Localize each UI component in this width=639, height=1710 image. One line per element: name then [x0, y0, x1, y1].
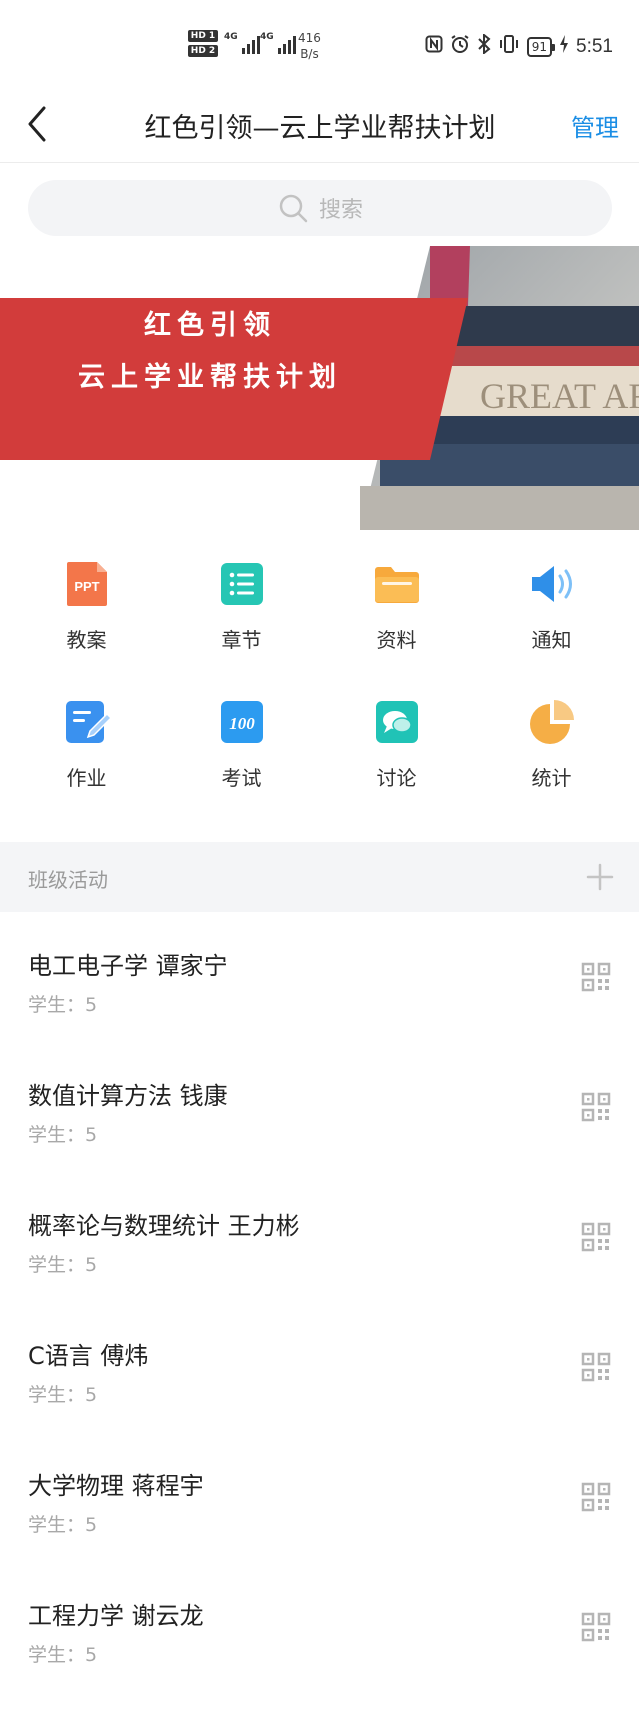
qr-code-icon[interactable] [581, 1222, 611, 1252]
signal-icon: 4G [224, 32, 260, 54]
class-name: C语言 傅炜 [28, 1342, 149, 1370]
feature-statistics[interactable]: 统计 [474, 698, 629, 791]
bluetooth-icon [477, 32, 491, 59]
exam-icon: 100 [218, 698, 266, 746]
edit-icon [63, 698, 112, 746]
section-title: 班级活动 [28, 868, 108, 892]
class-student-count: 学生：5 [28, 994, 98, 1016]
speaker-icon [528, 560, 576, 608]
class-student-count: 学生：5 [28, 1644, 98, 1666]
book-spine-text: GREAT ARC [480, 376, 639, 416]
course-banner[interactable]: GREAT ARC 红色引领 云上学业帮扶计划 [0, 246, 639, 530]
speed-value: 416 [298, 31, 321, 45]
back-icon[interactable] [24, 102, 64, 146]
class-activities-header: 班级活动 [0, 842, 639, 912]
hd-badges: HD 1 HD 2 [188, 30, 218, 60]
feature-discussion[interactable]: 讨论 [319, 698, 474, 791]
feature-materials[interactable]: 资料 [319, 560, 474, 653]
search-placeholder: 搜索 [318, 198, 363, 223]
class-student-count: 学生：5 [28, 1254, 98, 1276]
feature-homework[interactable]: 作业 [9, 698, 164, 791]
feature-label: 资料 [376, 628, 417, 652]
feature-lesson-plan[interactable]: PPT 教案 [9, 560, 164, 653]
banner-title: 红色引领 云上学业帮扶计划 [0, 300, 420, 404]
network-speed: 416 B/s [298, 30, 321, 62]
class-student-count: 学生：5 [28, 1384, 98, 1406]
qr-code-icon[interactable] [581, 1612, 611, 1642]
class-item[interactable]: 概率论与数理统计 王力彬 学生：5 [0, 1172, 639, 1302]
class-item[interactable]: 大学物理 蒋程宇 学生：5 [0, 1432, 639, 1562]
network-type-2: 4G [260, 32, 274, 42]
class-name: 概率论与数理统计 王力彬 [28, 1212, 300, 1240]
chat-icon [373, 698, 421, 746]
class-item[interactable]: 数值计算方法 钱康 学生：5 [0, 1042, 639, 1172]
feature-label: 作业 [66, 766, 107, 790]
feature-label: 统计 [531, 766, 572, 790]
qr-code-icon[interactable] [581, 1482, 611, 1512]
feature-chapters[interactable]: 章节 [164, 560, 319, 653]
add-icon[interactable] [585, 862, 615, 892]
banner-line-1: 红色引领 [144, 310, 276, 341]
class-name: 工程力学 谢云龙 [28, 1602, 204, 1630]
qr-code-icon[interactable] [581, 1092, 611, 1122]
clock: 5:51 [576, 35, 613, 57]
class-item[interactable]: C语言 傅炜 学生：5 [0, 1302, 639, 1432]
pie-chart-icon [528, 698, 576, 746]
qr-code-icon[interactable] [581, 962, 611, 992]
ppt-icon: PPT [63, 560, 111, 608]
class-student-count: 学生：5 [28, 1124, 98, 1146]
signal-icon: 4G [260, 32, 296, 54]
status-bar: HD 1 HD 2 4G 4G 416 B/s 91 5:51 [0, 0, 639, 90]
network-type-1: 4G [224, 32, 238, 42]
class-name: 大学物理 蒋程宇 [28, 1472, 204, 1500]
hd2-badge: HD 2 [188, 45, 218, 57]
battery-icon: 91 [526, 36, 556, 57]
feature-exam[interactable]: 100 考试 [164, 698, 319, 791]
search-icon [277, 192, 309, 224]
class-student-count: 学生：5 [28, 1514, 98, 1536]
class-name: 数值计算方法 钱康 [28, 1082, 228, 1110]
class-item[interactable]: 工程力学 谢云龙 学生：5 [0, 1562, 639, 1692]
feature-notice[interactable]: 通知 [474, 560, 629, 653]
folder-icon [373, 560, 421, 608]
feature-label: 章节 [221, 628, 262, 652]
manage-button[interactable]: 管理 [571, 108, 619, 143]
qr-code-icon[interactable] [581, 1352, 611, 1382]
hd1-badge: HD 1 [188, 30, 218, 42]
speed-unit: B/s [300, 47, 319, 61]
nav-bar: 红色引领—云上学业帮扶计划 管理 [0, 90, 639, 163]
svg-text:100: 100 [229, 714, 255, 733]
banner-line-2: 云上学业帮扶计划 [78, 362, 342, 393]
vibrate-icon [498, 34, 520, 59]
class-item[interactable]: 电工电子学 谭家宁 学生：5 [0, 912, 639, 1042]
svg-text:PPT: PPT [74, 579, 99, 594]
feature-label: 通知 [531, 628, 572, 652]
alarm-icon [450, 34, 470, 59]
page-title: 红色引领—云上学业帮扶计划 [144, 113, 496, 144]
charging-icon [559, 35, 569, 58]
class-name: 电工电子学 谭家宁 [28, 952, 228, 980]
feature-label: 考试 [221, 766, 262, 790]
feature-label: 教案 [66, 628, 107, 652]
feature-label: 讨论 [376, 766, 417, 790]
status-icons: 91 5:51 [425, 32, 613, 59]
list-icon [218, 560, 266, 608]
search-input[interactable]: 搜索 [28, 180, 612, 236]
nfc-icon [425, 35, 443, 58]
